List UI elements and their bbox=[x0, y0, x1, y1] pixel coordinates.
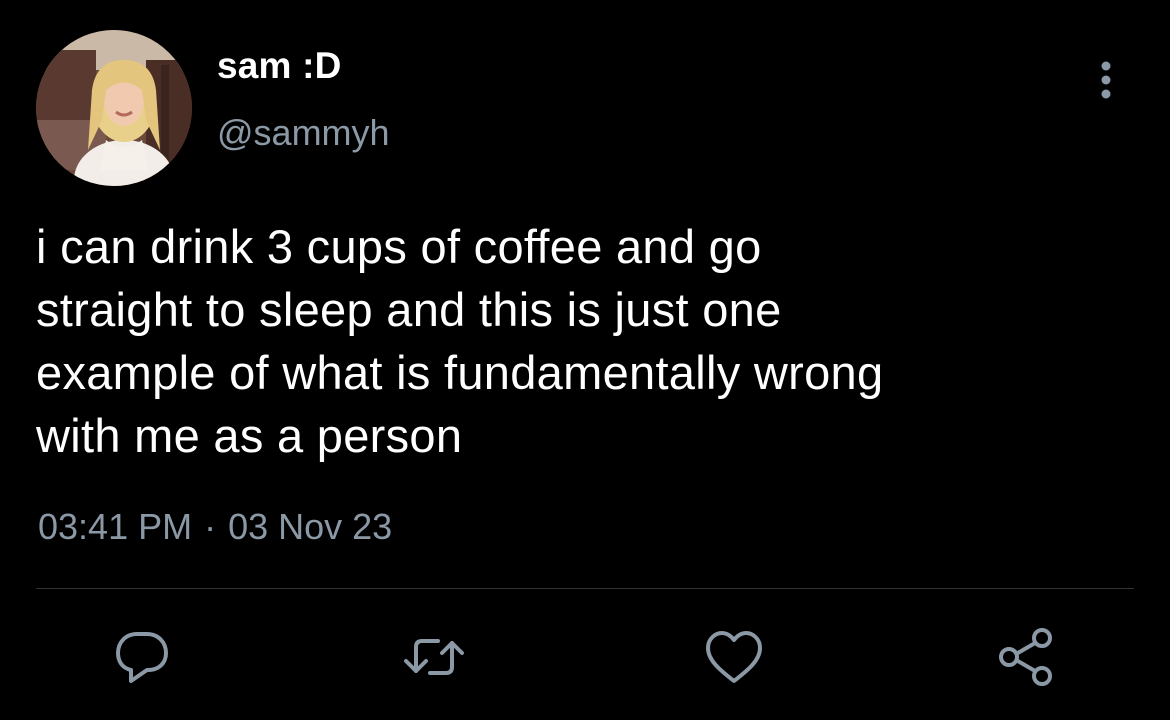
reply-icon bbox=[116, 632, 168, 683]
divider bbox=[36, 588, 1134, 589]
share-icon bbox=[999, 628, 1052, 686]
meta-separator: · bbox=[204, 506, 217, 547]
tweet-timestamp[interactable]: 03:41 PM · 03 Nov 23 bbox=[38, 506, 392, 548]
more-options-button[interactable] bbox=[1090, 56, 1122, 104]
retweet-button[interactable] bbox=[402, 625, 466, 689]
tweet-card: sam :D @sammyh i can drink 3 cups of cof… bbox=[0, 0, 1170, 720]
retweet-icon bbox=[404, 639, 464, 675]
avatar[interactable] bbox=[36, 30, 192, 186]
tweet-text: i can drink 3 cups of coffee and go stra… bbox=[36, 220, 884, 462]
avatar-photo bbox=[36, 30, 192, 186]
user-handle[interactable]: @sammyh bbox=[217, 112, 390, 154]
more-vertical-icon bbox=[1101, 61, 1111, 99]
display-name[interactable]: sam :D bbox=[217, 45, 342, 87]
tweet-time: 03:41 PM bbox=[38, 506, 193, 547]
like-button[interactable] bbox=[702, 625, 766, 689]
share-button[interactable] bbox=[996, 625, 1060, 689]
tweet-date: 03 Nov 23 bbox=[228, 506, 393, 547]
heart-icon bbox=[706, 631, 762, 683]
reply-button[interactable] bbox=[110, 625, 174, 689]
